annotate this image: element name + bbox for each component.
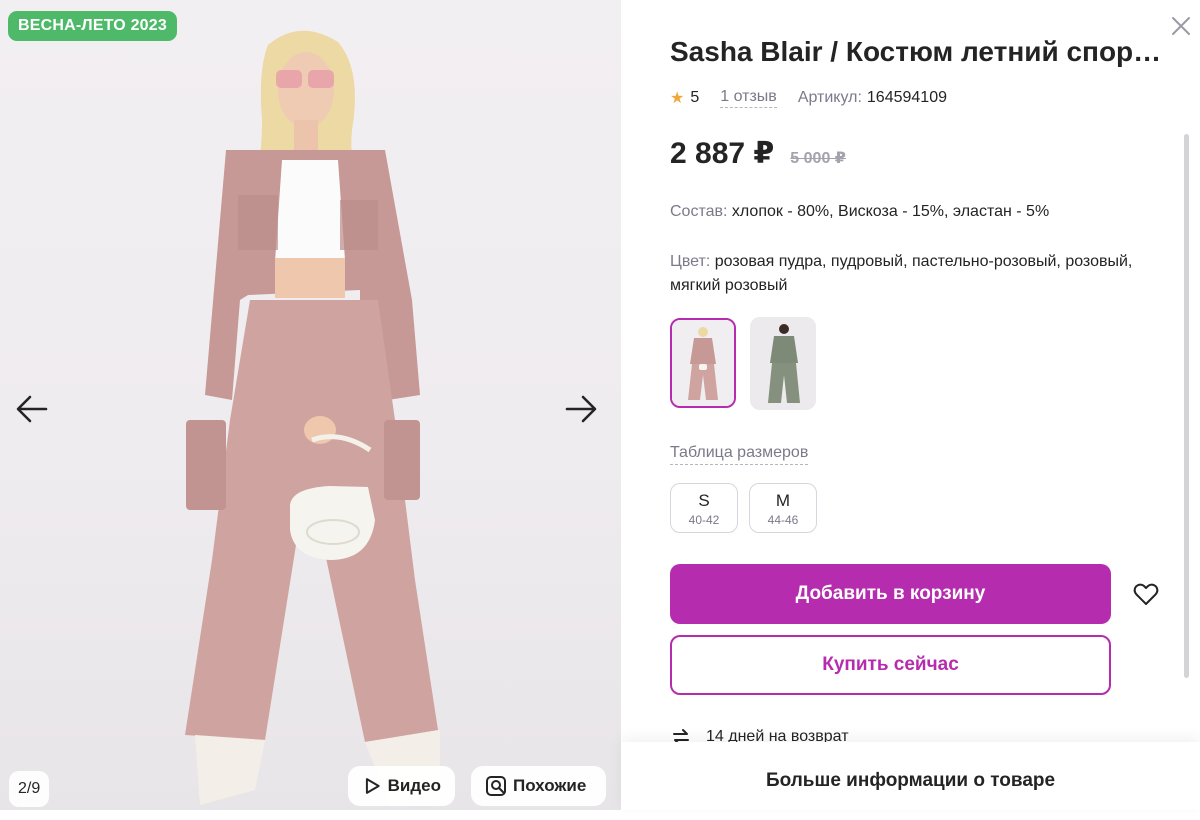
- current-price: 2 887 ₽: [670, 137, 775, 170]
- photo-counter: 2/9: [9, 771, 50, 807]
- similar-button[interactable]: Похожие: [471, 766, 606, 806]
- composition-value: хлопок - 80%, Вискоза - 15%, эластан - 5…: [731, 203, 1050, 220]
- variant-thumbnail: [672, 320, 734, 406]
- old-price: 5 000 ₽: [790, 150, 846, 167]
- composition-label: Состав:: [670, 203, 728, 220]
- product-gallery: ВЕСНА-ЛЕТО 2023 2/9 Видео Похожие: [0, 0, 621, 810]
- color-attribute: Цвет: розовая пудра, пудровый, пастельно…: [670, 250, 1140, 298]
- product-meta: ★ 5 1 отзыв Артикул: 164594109: [670, 86, 947, 110]
- reviews-link[interactable]: 1 отзыв: [720, 88, 777, 108]
- next-photo-button[interactable]: [561, 389, 601, 429]
- size-range: 40-42: [688, 513, 720, 527]
- heart-icon[interactable]: [1132, 580, 1160, 608]
- size-table-link[interactable]: Таблица размеров: [670, 444, 809, 465]
- color-variant-pink[interactable]: [670, 318, 736, 408]
- variant-thumbnail: [750, 317, 816, 410]
- product-title: Sasha Blair / Костюм летний спор…: [670, 36, 1162, 67]
- article-label: Артикул:: [797, 89, 862, 106]
- arrow-left-icon: [16, 395, 48, 423]
- size-name: S: [698, 491, 710, 510]
- play-icon: [365, 778, 380, 794]
- product-photo: [185, 30, 440, 805]
- close-icon[interactable]: [1169, 14, 1193, 38]
- more-info-button[interactable]: Больше информации о товаре: [621, 742, 1200, 810]
- size-range: 44-46: [767, 513, 799, 527]
- price-row: 2 887 ₽ 5 000 ₽: [670, 136, 846, 171]
- size-option-m[interactable]: M 44-46: [749, 483, 817, 533]
- product-info-panel: Sasha Blair / Костюм летний спор… ★ 5 1 …: [621, 0, 1200, 810]
- video-button-label: Видео: [387, 776, 441, 795]
- video-button[interactable]: Видео: [348, 766, 455, 806]
- color-label: Цвет:: [670, 253, 711, 270]
- search-similar-icon: [486, 776, 506, 796]
- scrollbar[interactable]: [1184, 134, 1189, 678]
- article-value: 164594109: [866, 89, 947, 106]
- size-name: M: [775, 491, 791, 510]
- arrow-right-icon: [565, 395, 597, 423]
- color-value: розовая пудра, пудровый, пастельно-розов…: [670, 253, 1133, 294]
- buy-now-button[interactable]: Купить сейчас: [670, 635, 1111, 695]
- similar-button-label: Похожие: [513, 776, 587, 795]
- prev-photo-button[interactable]: [12, 389, 52, 429]
- add-to-cart-button[interactable]: Добавить в корзину: [670, 564, 1111, 624]
- rating-value: 5: [690, 89, 700, 106]
- star-icon: ★: [670, 90, 685, 107]
- composition: Состав: хлопок - 80%, Вискоза - 15%, эла…: [670, 200, 1140, 224]
- size-option-s[interactable]: S 40-42: [670, 483, 738, 533]
- color-variant-khaki[interactable]: [750, 317, 816, 410]
- season-badge: ВЕСНА-ЛЕТО 2023: [8, 11, 177, 41]
